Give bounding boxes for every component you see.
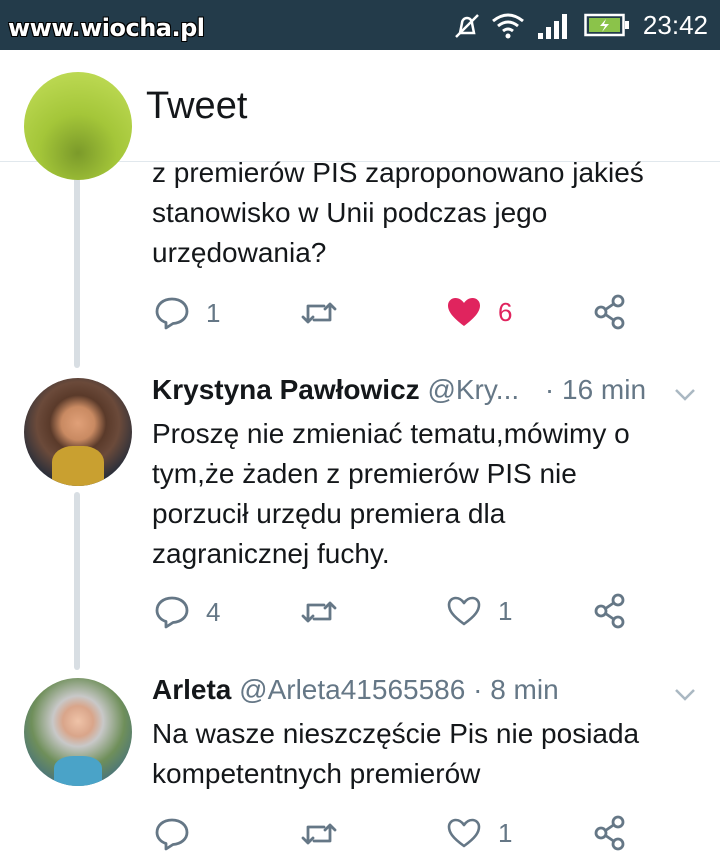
reply-button[interactable]: 4	[154, 595, 220, 629]
tweet-text: Proszę nie zmieniać tematu,mówimy o tym,…	[152, 418, 630, 569]
share-icon	[594, 815, 625, 851]
status-clock: 23:42	[642, 10, 708, 40]
signal-icon	[538, 14, 567, 39]
reply-count: 4	[206, 596, 221, 627]
avatar-scarf	[52, 446, 104, 486]
page-title: Tweet	[146, 85, 248, 127]
share-button[interactable]	[594, 294, 628, 330]
tweet-timestamp: · 8 min	[473, 674, 559, 705]
share-icon	[594, 593, 625, 629]
like-count: 6	[498, 296, 513, 327]
avatar[interactable]	[24, 72, 132, 180]
retweet-icon	[301, 601, 337, 623]
author-handle[interactable]: @Kry...	[427, 374, 519, 405]
reply-icon	[155, 596, 189, 629]
reply-icon	[155, 818, 189, 851]
reply-button[interactable]	[154, 817, 206, 851]
mute-icon	[455, 14, 479, 38]
like-count: 1	[498, 595, 513, 626]
tweet-menu-button[interactable]	[670, 680, 700, 710]
tweet-header: Krystyna Pawłowicz @Kry... · 16 min	[152, 374, 646, 406]
status-bar: www.wiocha.pl 23:42	[0, 0, 720, 50]
author-name[interactable]: Krystyna Pawłowicz	[152, 374, 420, 405]
retweet-icon	[301, 302, 337, 324]
reply-button[interactable]: 1	[154, 296, 220, 330]
tweet-text: Na wasze nieszczęście Pis nie posiada ko…	[152, 718, 640, 789]
wifi-icon	[492, 13, 524, 39]
like-button[interactable]: 1	[446, 595, 512, 627]
author-name[interactable]: Arleta	[152, 674, 231, 705]
watermark: www.wiocha.pl	[8, 14, 205, 42]
retweet-button[interactable]	[300, 298, 338, 328]
retweet-button[interactable]	[300, 597, 338, 627]
avatar[interactable]	[24, 378, 132, 486]
thread-connector-line	[74, 176, 80, 368]
share-button[interactable]	[594, 815, 628, 851]
tweet-timestamp: · 16 min	[544, 374, 647, 405]
like-button[interactable]: 6	[446, 296, 512, 328]
share-icon	[594, 294, 625, 330]
chevron-down-icon	[675, 689, 695, 701]
retweet-icon	[301, 823, 337, 845]
tweet-text: z premierów PIS zaproponowano jakieś sta…	[152, 157, 644, 268]
avatar-shirt	[54, 756, 102, 786]
like-count: 1	[498, 817, 513, 848]
reply-icon	[155, 297, 189, 330]
tweet-menu-button[interactable]	[670, 380, 700, 410]
heart-icon	[447, 818, 481, 848]
share-button[interactable]	[594, 593, 628, 629]
heart-icon	[447, 596, 481, 626]
battery-icon	[584, 13, 629, 37]
heart-filled-icon	[448, 298, 480, 326]
chevron-down-icon	[675, 389, 695, 401]
author-handle[interactable]: @Arleta41565586	[239, 674, 465, 705]
retweet-button[interactable]	[300, 819, 338, 849]
thread-connector-line	[74, 492, 80, 670]
tweet-header: Arleta @Arleta41565586 · 8 min	[152, 674, 559, 706]
reply-count: 1	[206, 297, 221, 328]
like-button[interactable]: 1	[446, 817, 512, 849]
avatar[interactable]	[24, 678, 132, 786]
